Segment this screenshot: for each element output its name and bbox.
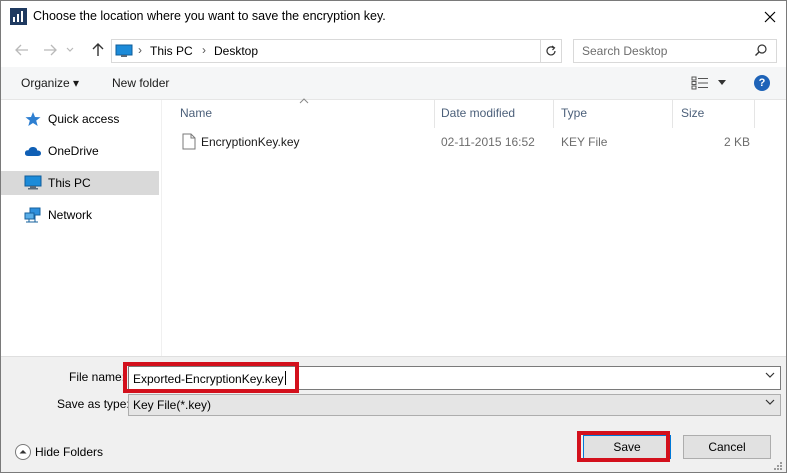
search-input[interactable]: Search Desktop — [573, 39, 777, 63]
forward-button[interactable] — [39, 39, 61, 61]
title-bar: Choose the location where you want to sa… — [1, 1, 786, 33]
sort-ascending-icon — [299, 98, 309, 104]
navigation-pane: Quick access OneDrive This PC Network — [1, 100, 162, 356]
nav-label: Quick access — [48, 112, 120, 126]
refresh-icon — [546, 45, 556, 56]
nav-item-network[interactable]: Network — [1, 203, 159, 227]
star-icon — [25, 112, 41, 126]
column-divider[interactable] — [672, 100, 673, 128]
column-divider[interactable] — [553, 100, 554, 128]
hide-folders-label: Hide Folders — [35, 445, 104, 459]
save-type-label: Save as type: — [57, 397, 130, 411]
chevron-up-icon — [15, 444, 31, 460]
column-divider[interactable] — [434, 100, 435, 128]
file-size: 2 KB — [724, 135, 751, 149]
save-type-select[interactable]: Key File(*.key) — [128, 394, 781, 416]
file-type: KEY File — [561, 135, 608, 149]
nav-item-this-pc[interactable]: This PC — [1, 171, 159, 195]
arrow-right-icon — [44, 44, 57, 56]
save-highlight-box — [577, 431, 670, 462]
crumb-this-pc[interactable]: This PC — [150, 44, 193, 58]
organize-button[interactable]: Organize ▾ — [21, 76, 79, 90]
search-icon — [755, 44, 767, 56]
dialog-title: Choose the location where you want to sa… — [33, 9, 386, 23]
file-list: Name Date modified Type Size EncryptionK… — [162, 98, 786, 356]
arrow-up-icon — [92, 43, 104, 56]
nav-item-quick-access[interactable]: Quick access — [1, 107, 159, 131]
crumb-separator-icon: › — [138, 43, 142, 57]
nav-item-onedrive[interactable]: OneDrive — [1, 139, 159, 163]
refresh-button[interactable] — [541, 39, 562, 63]
close-icon — [764, 11, 776, 23]
column-divider[interactable] — [754, 100, 755, 128]
view-options-icon[interactable] — [691, 76, 709, 90]
save-type-value: Key File(*.key) — [133, 398, 212, 412]
command-bar: Organize ▾ New folder ? — [1, 67, 786, 100]
up-button[interactable] — [87, 39, 109, 61]
chevron-down-icon[interactable] — [765, 372, 775, 378]
chevron-down-icon — [66, 47, 74, 52]
network-icon — [24, 207, 41, 223]
nav-label: Network — [48, 208, 93, 222]
new-folder-button[interactable]: New folder — [112, 76, 169, 90]
file-date: 02-11-2015 16:52 — [441, 135, 535, 149]
address-row: › This PC › Desktop Search Desktop — [1, 35, 786, 65]
nav-label: This PC — [48, 176, 91, 190]
crumb-separator-icon: › — [202, 43, 206, 57]
chevron-down-icon — [765, 399, 775, 405]
app-logo-icon — [10, 8, 27, 25]
resize-grip-icon[interactable] — [773, 461, 783, 471]
help-button[interactable]: ? — [754, 75, 770, 91]
cloud-icon — [24, 146, 41, 156]
back-button[interactable] — [11, 39, 33, 61]
nav-label: OneDrive — [48, 144, 99, 158]
cancel-button[interactable]: Cancel — [683, 435, 771, 459]
close-button[interactable] — [757, 5, 783, 29]
column-header-name[interactable]: Name — [180, 106, 212, 120]
column-header-date[interactable]: Date modified — [441, 106, 515, 120]
address-bar[interactable]: › This PC › Desktop — [111, 39, 644, 63]
file-name: EncryptionKey.key — [201, 135, 300, 149]
chevron-down-icon[interactable] — [718, 80, 726, 85]
computer-icon — [115, 44, 133, 57]
computer-icon — [24, 175, 42, 190]
column-header-size[interactable]: Size — [681, 106, 704, 120]
filename-label: File name: — [69, 370, 126, 384]
file-icon — [182, 133, 196, 150]
recent-locations-button[interactable] — [63, 39, 77, 61]
search-placeholder: Search Desktop — [582, 44, 668, 58]
crumb-desktop[interactable]: Desktop — [214, 44, 258, 58]
arrow-left-icon — [15, 44, 28, 56]
filename-highlight-box — [123, 362, 299, 393]
column-header-type[interactable]: Type — [561, 106, 587, 120]
save-dialog: Choose the location where you want to sa… — [0, 0, 787, 473]
table-row[interactable]: EncryptionKey.key 02-11-2015 16:52 KEY F… — [170, 131, 768, 153]
save-panel: File name: Exported-EncryptionKey.key Sa… — [1, 356, 786, 472]
